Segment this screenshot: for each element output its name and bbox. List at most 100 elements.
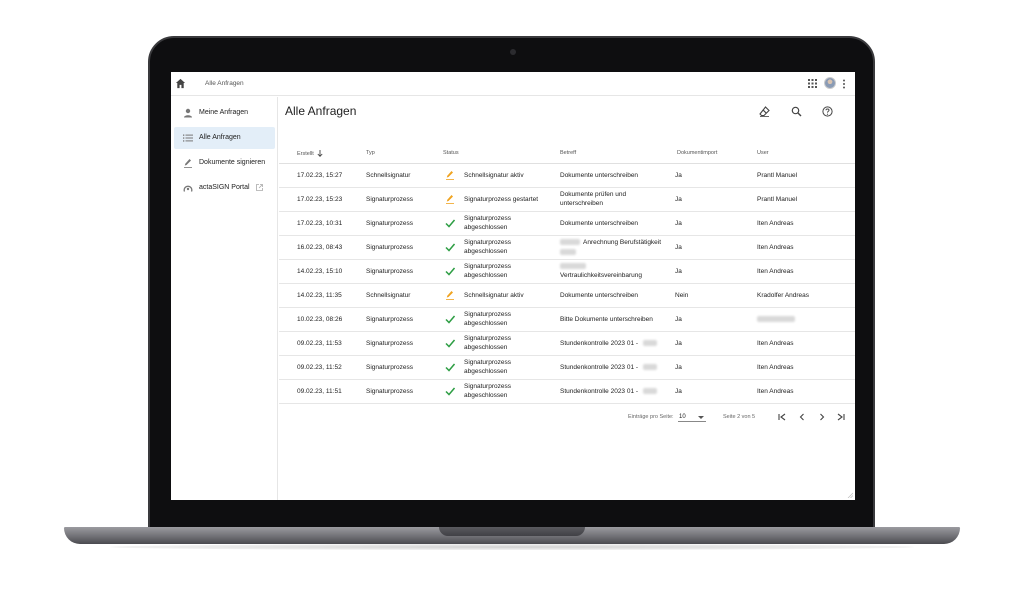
sidebar-item-label: Dokumente signieren [199, 159, 266, 166]
table-row[interactable]: 14.02.23, 11:35 Schnellsignatur Schnells… [279, 284, 855, 308]
cell-status: Signaturprozess abgeschlossen [464, 311, 511, 327]
cell-user: Prantl Manuel [757, 172, 798, 179]
column-header-user[interactable]: User [757, 150, 769, 156]
home-icon[interactable] [175, 78, 186, 89]
chevron-down-icon [698, 416, 704, 419]
cell-erstellt: 09.02.23, 11:51 [297, 388, 342, 395]
arrow-down-icon[interactable] [317, 150, 323, 157]
cell-betreff: Dokumente unterschreiben [560, 220, 639, 227]
table-row[interactable]: 09.02.23, 11:52 Signaturprozess Signatur… [279, 356, 855, 380]
cell-betreff: Dokumente unterschreiben [560, 172, 639, 179]
resize-handle-icon[interactable] [847, 492, 853, 498]
column-header-label: Erstellt [297, 151, 314, 157]
cell-betreff: Dokumente unterschreiben [560, 292, 639, 299]
cell-status: Signaturprozess abgeschlossen [464, 215, 511, 231]
cell-user: Kradolfer Andreas [757, 292, 810, 299]
top-bar: Alle Anfragen [171, 72, 855, 96]
cell-status: Signaturprozess abgeschlossen [464, 359, 511, 375]
table-row[interactable]: 16.02.23, 08:43 Signaturprozess Signatur… [279, 236, 855, 260]
cell-erstellt: 17.02.23, 15:23 [297, 196, 343, 203]
table-row[interactable]: 17.02.23, 15:23 Signaturprozess Signatur… [279, 188, 855, 212]
cell-dokumentimport: Ja [675, 316, 682, 323]
table-row[interactable]: 17.02.23, 15:27 Schnellsignatur Schnells… [279, 164, 855, 188]
per-page-label: Einträge pro Seite: [628, 414, 674, 420]
eraser-icon[interactable] [759, 106, 770, 117]
redacted-text [560, 239, 580, 248]
chevron-right-icon[interactable] [817, 412, 827, 422]
cell-betreff: Stundenkontrolle 2023 01 - [560, 364, 639, 371]
check-icon [445, 363, 455, 372]
cell-status: Signaturprozess gestartet [464, 196, 539, 203]
cell-user: Iten Andreas [757, 244, 794, 251]
table-row[interactable]: 17.02.23, 10:31 Signaturprozess Signatur… [279, 212, 855, 236]
check-icon [445, 339, 455, 348]
cell-typ: Signaturprozess [366, 340, 413, 347]
sidebar-item-actasign-portal[interactable]: actaSIGN Portal [174, 177, 275, 199]
cell-betreff: Stundenkontrolle 2023 01 - [560, 340, 639, 347]
per-page-select[interactable]: 10 [678, 413, 706, 422]
cell-erstellt: 17.02.23, 15:27 [297, 172, 343, 179]
help-icon[interactable] [822, 106, 833, 117]
table-row[interactable]: 09.02.23, 11:53 Signaturprozess Signatur… [279, 332, 855, 356]
column-header-betreff[interactable]: Betreff [560, 150, 576, 156]
cell-dokumentimport: Ja [675, 268, 682, 275]
cell-dokumentimport: Ja [675, 340, 682, 347]
cell-betreff: Bitte Dokumente unterschreiben [560, 316, 653, 323]
pen-icon [446, 291, 454, 300]
breadcrumb[interactable]: Alle Anfragen [205, 80, 244, 87]
cell-user: Prantl Manuel [757, 196, 798, 203]
list-icon [183, 134, 193, 142]
redacted-text [560, 249, 576, 258]
cell-erstellt: 16.02.23, 08:43 [297, 244, 343, 251]
first-page-icon[interactable] [777, 412, 787, 422]
sidebar: Meine Anfragen Alle Anfragen Dokumente s… [171, 97, 278, 500]
search-icon[interactable] [791, 106, 802, 117]
avatar[interactable] [824, 77, 836, 89]
redacted-text [643, 364, 657, 373]
sidebar-item-meine-anfragen[interactable]: Meine Anfragen [174, 102, 275, 124]
column-header-status[interactable]: Status [443, 150, 459, 156]
cell-user: Iten Andreas [757, 388, 794, 395]
sidebar-item-alle-anfragen[interactable]: Alle Anfragen [174, 127, 275, 149]
cell-dokumentimport: Ja [675, 220, 682, 227]
table-row[interactable]: 10.02.23, 08:26 Signaturprozess Signatur… [279, 308, 855, 332]
pen-icon [184, 159, 192, 168]
table-row[interactable]: 09.02.23, 11:51 Signaturprozess Signatur… [279, 380, 855, 404]
check-icon [445, 387, 455, 396]
cell-typ: Signaturprozess [366, 196, 413, 203]
sidebar-item-dokumente-signieren[interactable]: Dokumente signieren [174, 152, 275, 174]
cell-user: Iten Andreas [757, 340, 794, 347]
cell-status: Signaturprozess abgeschlossen [464, 239, 511, 255]
more-vert-icon[interactable] [842, 79, 846, 89]
table-header: Erstellt Typ Status Betreff Dokumentimpo… [279, 142, 855, 164]
cell-dokumentimport: Nein [675, 292, 689, 299]
cell-user: Iten Andreas [757, 268, 794, 275]
apps-grid-icon[interactable] [808, 79, 817, 88]
sidebar-item-label: Meine Anfragen [199, 109, 249, 116]
cell-betreff: Vertraulichkeitsvereinbarung [560, 272, 643, 279]
column-header-typ[interactable]: Typ [366, 150, 375, 156]
cell-typ: Signaturprozess [366, 316, 413, 323]
app-screen: Alle Anfragen Meine Anfragen Alle Anfrag… [171, 72, 855, 500]
cell-erstellt: 14.02.23, 15:10 [297, 268, 343, 275]
last-page-icon[interactable] [836, 412, 846, 422]
table-row[interactable]: 14.02.23, 15:10 Signaturprozess Signatur… [279, 260, 855, 284]
cell-dokumentimport: Ja [675, 364, 682, 371]
portal-icon [183, 185, 193, 192]
cell-betreff: Stundenkontrolle 2023 01 - [560, 388, 639, 395]
per-page-value: 10 [679, 414, 686, 420]
chevron-left-icon[interactable] [797, 412, 807, 422]
cell-typ: Schnellsignatur [366, 172, 411, 179]
laptop-notch [439, 527, 585, 536]
camera [510, 49, 516, 55]
cell-betreff: Anrechnung Berufstätigkeit [583, 239, 662, 246]
redacted-text [643, 388, 657, 397]
column-header-erstellt[interactable]: Erstellt [297, 150, 323, 157]
redacted-user [757, 316, 795, 325]
check-icon [445, 219, 455, 228]
cell-typ: Signaturprozess [366, 364, 413, 371]
person-icon [184, 108, 192, 118]
column-header-dokumentimport[interactable]: Dokumentimport [677, 150, 717, 156]
cell-user: Iten Andreas [757, 220, 794, 227]
cell-dokumentimport: Ja [675, 388, 682, 395]
